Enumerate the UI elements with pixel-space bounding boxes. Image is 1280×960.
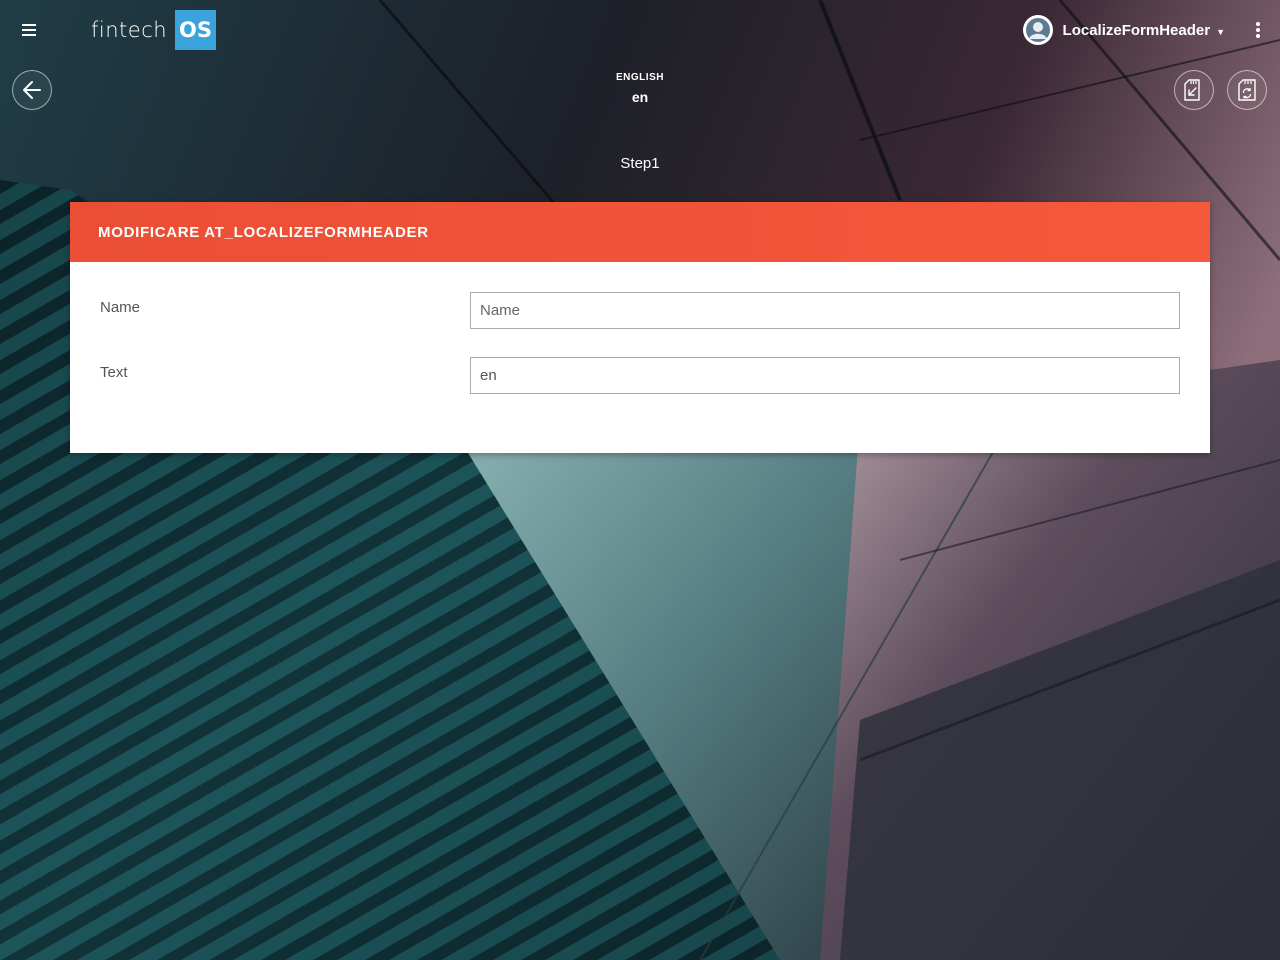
brand-box: OS	[175, 10, 217, 50]
language-code: en	[631, 89, 649, 105]
brand-logo[interactable]: fintech OS	[91, 10, 217, 50]
kebab-icon[interactable]	[1254, 20, 1262, 40]
name-field[interactable]	[470, 292, 1180, 329]
back-button[interactable]	[12, 70, 52, 110]
sd-card-refresh-icon	[1238, 79, 1256, 101]
text-field[interactable]	[470, 357, 1180, 394]
form-card: MODIFICARE AT_LOCALIZEFORMHEADER Name Te…	[70, 202, 1210, 453]
background-image	[0, 0, 1280, 960]
user-name: LocalizeFormHeader	[1062, 21, 1211, 39]
brand-text: fintech	[91, 18, 168, 42]
chevron-down-icon: ▼	[1216, 26, 1225, 37]
arrow-left-icon	[23, 81, 41, 99]
hamburger-icon[interactable]	[20, 20, 42, 40]
name-field-label: Name	[100, 299, 141, 316]
avatar-icon	[1022, 15, 1053, 45]
form-card-header: MODIFICARE AT_LOCALIZEFORMHEADER	[70, 202, 1210, 262]
form-title: MODIFICARE AT_LOCALIZEFORMHEADER	[98, 223, 429, 241]
language-label: ENGLISH	[616, 72, 664, 83]
text-field-label: Text	[100, 364, 128, 381]
step-label: Step1	[620, 155, 660, 172]
user-menu[interactable]: LocalizeFormHeader ▼	[1022, 15, 1225, 45]
import-button[interactable]	[1174, 70, 1214, 110]
refresh-button[interactable]	[1227, 70, 1267, 110]
app-page: fintech OS LocalizeFormHeader ▼ ENGLISH …	[0, 0, 1280, 960]
sd-card-import-icon	[1184, 79, 1200, 101]
